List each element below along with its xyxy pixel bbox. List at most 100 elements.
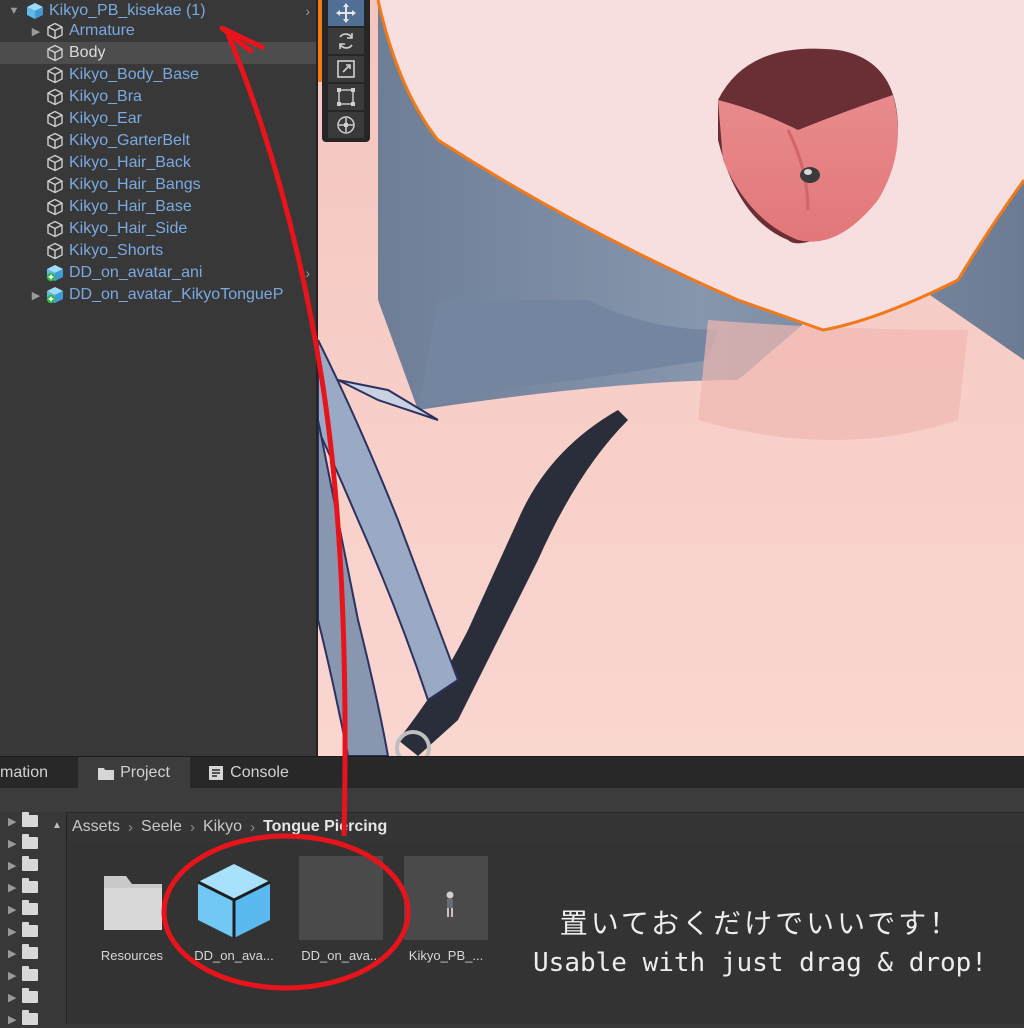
folder-tree: ▶ ▶ ▶ ▶ ▶ ▶ ▶ ▶ ▶ ▶ [0,812,67,1026]
tree-folder-item[interactable]: ▶ [8,878,38,896]
asset-dd-prefab[interactable]: DD_on_ava... [186,850,282,963]
expand-arrow-icon[interactable]: ▶ [8,903,22,916]
scale-tool-button[interactable] [328,56,364,82]
chevron-right-icon[interactable]: › [305,265,310,281]
folder-icon [22,922,38,937]
tree-folder-item[interactable]: ▶ [8,988,38,1006]
expand-arrow-icon[interactable]: ▶ [30,289,42,302]
rotate-icon [339,33,353,49]
prefab-icon [27,3,43,19]
tree-folder-item[interactable]: ▶ [8,900,38,918]
asset-resources-folder[interactable]: Resources [84,850,180,963]
transform-tool-button[interactable] [328,112,364,138]
tab-animation[interactable]: mation [0,757,76,789]
caption-japanese: 置いておくだけでいいです！ [559,907,961,940]
folder-icon [22,944,38,959]
tree-folder-item[interactable]: ▶ [8,812,38,830]
asset-kikyo-prefab[interactable]: Kikyo_PB_... [398,850,494,963]
expand-arrow-icon[interactable]: ▶ [8,969,22,982]
avatar-render [318,0,1024,756]
tab-label: Project [120,764,170,781]
gameobject-icon [47,110,63,128]
hierarchy-item-bra[interactable]: Kikyo_Bra [0,86,316,108]
tab-label: Console [230,764,289,781]
breadcrumb-separator-icon: › [189,818,195,836]
breadcrumb-separator-icon: › [128,818,134,836]
hierarchy-item-label: Kikyo_Shorts [69,242,164,259]
breadcrumb-seele[interactable]: Seele [141,818,182,836]
hierarchy-item-label: Kikyo_PB_kisekae (1) [49,2,206,19]
hierarchy-item-shorts[interactable]: Kikyo_Shorts [0,240,316,262]
expand-arrow-icon[interactable]: ▶ [30,25,42,38]
hierarchy-item-label: Kikyo_Hair_Back [69,154,191,171]
hierarchy-item-hair-back[interactable]: Kikyo_Hair_Back [0,152,316,174]
gameobject-icon [47,176,63,194]
breadcrumb-kikyo[interactable]: Kikyo [203,818,242,836]
hierarchy-item-label: Kikyo_Bra [69,88,142,105]
expand-arrow-icon[interactable]: ▶ [8,815,22,828]
hierarchy-item-label: DD_on_avatar_KikyoTongueP [69,286,284,303]
breadcrumb-separator-icon: › [250,818,256,836]
hierarchy-item-hair-side[interactable]: Kikyo_Hair_Side [0,218,316,240]
breadcrumb-assets[interactable]: Assets [72,818,120,836]
chevron-right-icon[interactable]: › [305,287,310,303]
tab-project[interactable]: Project [78,757,190,789]
hierarchy-item-label: DD_on_avatar_ani [69,264,203,281]
gameobject-icon [47,66,63,84]
expand-arrow-icon[interactable]: ▶ [8,991,22,1004]
expand-arrow-icon[interactable]: ▶ [8,859,22,872]
hierarchy-item-root-prefab[interactable]: ▼ Kikyo_PB_kisekae (1) › [0,0,316,22]
tree-folder-item[interactable]: ▶ [8,1010,38,1028]
scale-icon [337,60,355,78]
expand-arrow-icon[interactable]: ▶ [8,881,22,894]
avatar-figure-icon [446,891,454,917]
expand-arrow-icon[interactable]: ▶ [8,925,22,938]
prefab-added-icon [46,287,63,304]
chevron-right-icon[interactable]: › [305,3,310,19]
bottom-tab-bar: mation Project Console [0,756,1024,789]
hierarchy-item-dd-tongue[interactable]: ▶ DD_on_avatar_KikyoTongueP › [0,284,316,306]
asset-label: DD_on_ava... [301,948,381,963]
tree-folder-item[interactable]: ▶ [8,966,38,984]
tree-folder-item[interactable]: ▶ [8,944,38,962]
hierarchy-item-garterbelt[interactable]: Kikyo_GarterBelt [0,130,316,152]
asset-dd-empty[interactable]: DD_on_ava... [293,850,389,963]
hierarchy-item-dd-ani[interactable]: DD_on_avatar_ani › [0,262,316,284]
hierarchy-item-label: Kikyo_GarterBelt [69,132,190,149]
hierarchy-item-label: Kikyo_Body_Base [69,66,199,83]
gameobject-icon [47,44,63,62]
rect-tool-button[interactable] [328,84,364,110]
expand-arrow-icon[interactable]: ▼ [8,5,20,17]
gameobject-icon [47,220,63,238]
folder-icon [22,900,38,915]
folder-icon [22,812,38,827]
scene-view[interactable] [318,0,1024,756]
collapse-arrow-icon[interactable]: ▲ [52,820,62,831]
tab-console[interactable]: Console [194,757,304,789]
hierarchy-item-body[interactable]: Body [0,42,316,64]
folder-icon [22,1010,38,1025]
prefab-added-icon [46,265,63,282]
breadcrumb-current[interactable]: Tongue Piercing [263,818,387,836]
hierarchy-item-armature[interactable]: ▶ Armature [0,20,316,42]
expand-arrow-icon[interactable]: ▶ [8,837,22,850]
move-tool-button[interactable] [328,0,364,26]
hierarchy-item-body-base[interactable]: Kikyo_Body_Base [0,64,316,86]
hierarchy-item-ear[interactable]: Kikyo_Ear [0,108,316,130]
folder-icon [22,856,38,871]
breadcrumb: Assets › Seele › Kikyo › Tongue Piercing [68,814,387,840]
tree-folder-item[interactable]: ▶ [8,856,38,874]
hierarchy-item-hair-base[interactable]: Kikyo_Hair_Base [0,196,316,218]
rect-transform-icon [337,88,355,106]
avatar-prefab-icon [404,856,488,940]
hierarchy-item-label: Kikyo_Hair_Side [69,220,188,237]
asset-label: DD_on_ava... [194,948,274,963]
expand-arrow-icon[interactable]: ▶ [8,947,22,960]
gameobject-icon [47,154,63,172]
tree-folder-item[interactable]: ▶ [8,834,38,852]
rotate-tool-button[interactable] [328,28,364,54]
folder-icon [98,768,115,780]
tree-folder-item[interactable]: ▶ [8,922,38,940]
hierarchy-item-label: Kikyo_Hair_Base [69,198,192,215]
hierarchy-item-hair-bangs[interactable]: Kikyo_Hair_Bangs [0,174,316,196]
